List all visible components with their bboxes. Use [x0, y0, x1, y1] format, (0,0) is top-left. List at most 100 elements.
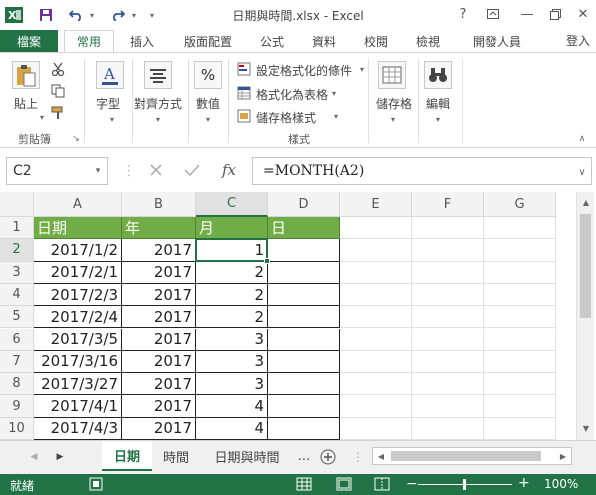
horizontal-scrollbar[interactable]: ◀ ▶ [372, 447, 572, 465]
column-header[interactable]: C [196, 192, 268, 217]
cell-C2[interactable]: 1 [196, 239, 268, 262]
cell-F10[interactable] [412, 417, 484, 440]
cell-C1[interactable]: 月 [196, 217, 268, 240]
cell-E9[interactable] [340, 395, 412, 418]
number-button-label[interactable]: 數值 [196, 95, 220, 112]
cell-styles-dropdown-icon[interactable]: ▾ [328, 108, 344, 124]
cell-E5[interactable] [340, 306, 412, 329]
cells-icon[interactable] [378, 61, 406, 89]
cell-C3[interactable]: 2 [196, 261, 268, 284]
alignment-dropdown-icon[interactable]: ▾ [150, 111, 166, 127]
cell-B10[interactable]: 2017 [122, 417, 196, 440]
cell-F2[interactable] [412, 239, 484, 262]
font-dropdown-icon[interactable]: ▾ [104, 111, 120, 127]
horizontal-scroll-thumb[interactable] [391, 451, 541, 461]
zoom-level[interactable]: 100% [544, 477, 578, 491]
format-painter-icon[interactable] [50, 105, 66, 121]
zoom-slider-thumb[interactable] [463, 479, 466, 490]
column-header[interactable]: E [340, 192, 412, 217]
macro-record-icon[interactable] [88, 476, 104, 492]
paste-icon[interactable] [12, 61, 40, 89]
conditional-formatting-button[interactable]: 設定格式化的條件 [256, 62, 352, 79]
cut-icon[interactable] [50, 61, 66, 77]
cell-G6[interactable] [484, 328, 556, 351]
cell-C4[interactable]: 2 [196, 283, 268, 307]
editing-dropdown-icon[interactable]: ▾ [430, 111, 446, 127]
normal-view-icon[interactable] [296, 476, 312, 492]
cell-F4[interactable] [412, 283, 484, 307]
page-break-preview-icon[interactable] [374, 476, 390, 492]
sign-in-link[interactable]: 登入 [566, 32, 590, 49]
cell-C9[interactable]: 4 [196, 395, 268, 418]
cell-E1[interactable] [340, 217, 412, 240]
cell-C6[interactable]: 3 [196, 328, 268, 351]
cell-E3[interactable] [340, 261, 412, 284]
column-header[interactable]: G [484, 192, 556, 217]
expand-formula-bar-icon[interactable]: ∨ [574, 164, 590, 180]
close-button[interactable]: ✕ [572, 4, 594, 24]
cell-G10[interactable] [484, 417, 556, 440]
alignment-button-label[interactable]: 對齊方式 [134, 95, 182, 112]
cell-E10[interactable] [340, 417, 412, 440]
tab-home[interactable]: 常用 [64, 30, 114, 52]
cell-D2[interactable] [268, 239, 340, 262]
cell-C8[interactable]: 3 [196, 373, 268, 396]
cell-F5[interactable] [412, 306, 484, 329]
help-button[interactable]: ? [452, 4, 474, 24]
font-icon[interactable]: A [96, 61, 124, 89]
cell-B4[interactable]: 2017 [122, 283, 196, 307]
select-all-corner[interactable] [0, 192, 34, 217]
sheet-scroll-right-icon[interactable]: ▶ [52, 449, 68, 465]
clipboard-launcher-icon[interactable]: ↘ [68, 131, 84, 147]
conditional-formatting-icon[interactable] [236, 61, 252, 77]
sheet-tabs-more[interactable]: ... [294, 441, 314, 471]
tab-data[interactable]: 資料 [304, 30, 344, 52]
cell-F7[interactable] [412, 350, 484, 374]
cells-dropdown-icon[interactable]: ▾ [385, 111, 401, 127]
find-binoculars-icon[interactable] [424, 61, 452, 89]
alignment-icon[interactable] [144, 61, 172, 89]
cell-B8[interactable]: 2017 [122, 373, 196, 396]
cell-B3[interactable]: 2017 [122, 261, 196, 284]
vertical-scroll-thumb[interactable] [580, 214, 591, 318]
number-dropdown-icon[interactable]: ▾ [200, 111, 216, 127]
cell-D1[interactable]: 日 [268, 217, 340, 240]
minimize-button[interactable]: — [516, 4, 538, 24]
page-layout-view-icon[interactable] [336, 476, 352, 492]
column-header[interactable]: B [122, 192, 196, 217]
column-header[interactable]: A [34, 192, 122, 217]
cell-B9[interactable]: 2017 [122, 395, 196, 418]
cells-button-label[interactable]: 儲存格 [376, 95, 412, 112]
cell-D6[interactable] [268, 328, 340, 351]
column-header[interactable]: D [268, 192, 340, 217]
tab-split-handle-icon[interactable]: ⋮ [350, 449, 366, 465]
cell-E8[interactable] [340, 373, 412, 396]
format-as-table-dropdown-icon[interactable]: ▾ [326, 85, 342, 101]
cell-A3[interactable]: 2017/2/1 [34, 261, 122, 284]
sheet-tab-date[interactable]: 日期 [102, 441, 152, 471]
row-header[interactable]: 10 [0, 417, 34, 440]
cell-G8[interactable] [484, 373, 556, 396]
cell-A4[interactable]: 2017/2/3 [34, 283, 122, 307]
copy-icon[interactable] [50, 83, 66, 99]
cell-A6[interactable]: 2017/3/5 [34, 328, 122, 351]
formula-bar-handle-icon[interactable]: ⋮ [121, 158, 137, 184]
format-as-table-button[interactable]: 格式化為表格 [256, 86, 328, 103]
cell-B2[interactable]: 2017 [122, 239, 196, 262]
tab-review[interactable]: 校閱 [356, 30, 396, 52]
scroll-down-icon[interactable]: ▼ [578, 420, 594, 436]
row-header[interactable]: 5 [0, 306, 34, 329]
cell-F3[interactable] [412, 261, 484, 284]
cell-D7[interactable] [268, 350, 340, 374]
editing-button-label[interactable]: 編輯 [426, 95, 450, 112]
row-header[interactable]: 1 [0, 217, 34, 240]
cell-D5[interactable] [268, 306, 340, 329]
tab-view[interactable]: 檢視 [408, 30, 448, 52]
sheet-tab-date-and-time[interactable]: 日期與時間 [200, 441, 294, 471]
cell-E2[interactable] [340, 239, 412, 262]
sheet-scroll-left-icon[interactable]: ◀ [26, 449, 42, 465]
cell-F1[interactable] [412, 217, 484, 240]
fill-handle[interactable] [264, 257, 270, 264]
cell-B6[interactable]: 2017 [122, 328, 196, 351]
row-header[interactable]: 2 [0, 239, 34, 262]
